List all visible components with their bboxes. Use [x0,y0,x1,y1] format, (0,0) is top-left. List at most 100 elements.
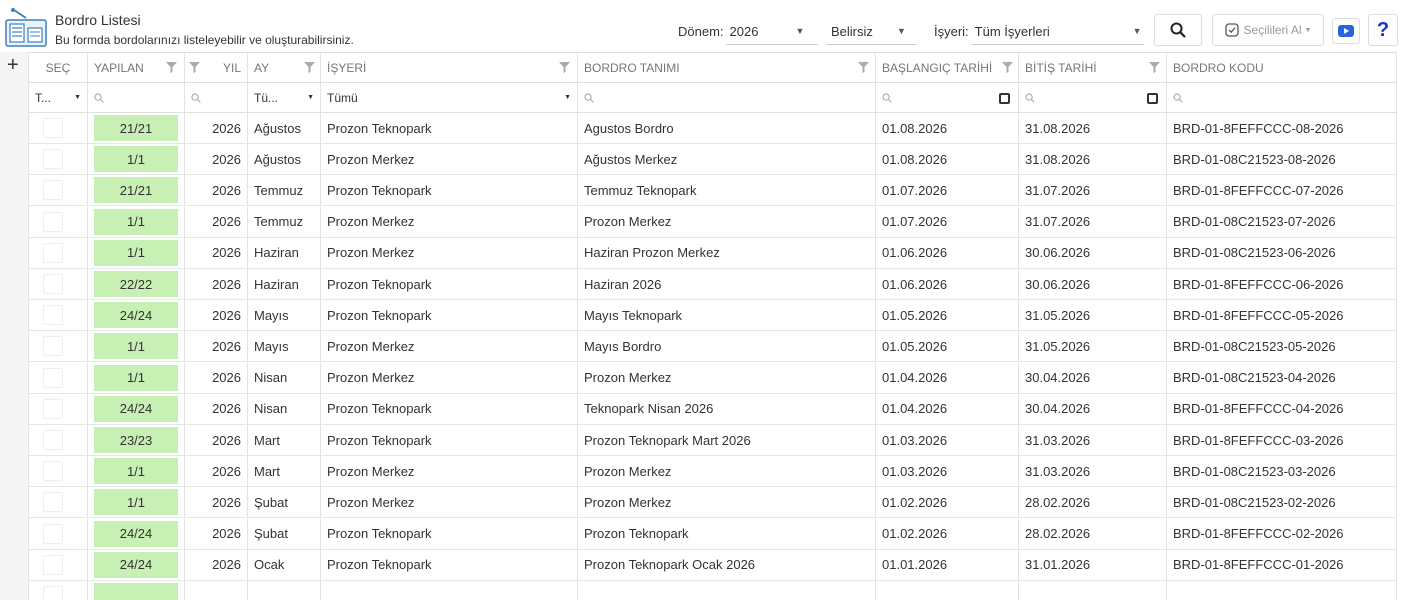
col-header-ay[interactable]: AY [248,53,321,82]
select-checkbox[interactable] [29,206,88,237]
row-checkbox[interactable] [43,118,63,138]
secilenleri-al-button[interactable]: Seçilileri Al ▼ [1212,14,1324,46]
video-help-button[interactable] [1332,18,1360,44]
chevron-down-icon: ▼ [795,26,805,36]
row-checkbox[interactable] [43,180,63,201]
col-header-baslangic[interactable]: BAŞLANGIÇ TARİHİ [876,53,1019,82]
row-checkbox[interactable] [43,398,63,419]
select-checkbox[interactable] [29,237,88,268]
table-row[interactable]: 1/1 2026 Temmuz Prozon Merkez Prozon Merkez 0… [29,206,1397,238]
donem-label: Dönem: [678,23,724,39]
table-row[interactable]: 24/24 2026 Şubat Prozon Teknopark Prozon Tek… [29,518,1397,550]
table-row[interactable]: 21/21 2026 Ağustos Prozon Teknopark Agustos … [29,113,1397,144]
cell-text: Prozon Teknopark [327,557,432,573]
col-header-isyeri[interactable]: İŞYERİ [321,53,578,82]
isyeri-cell [321,581,578,600]
filter-icon[interactable] [304,62,315,73]
ay-filter-select[interactable]: Tü... ▼ [248,83,321,112]
select-checkbox[interactable] [29,300,88,331]
bordro-tanimi-cell: Prozon Teknopark Mart 2026 [578,425,876,455]
table-row[interactable]: 21/21 2026 Temmuz Prozon Teknopark Temmuz Te… [29,175,1397,207]
yil-cell: 2026 [185,269,248,299]
cell-text: 31.05.2026 [1025,307,1091,323]
col-header-bordro-tanimi[interactable]: BORDRO TANIMI [578,53,876,82]
select-checkbox[interactable] [29,393,88,424]
row-checkbox[interactable] [43,336,63,357]
select-checkbox[interactable] [29,144,88,175]
select-checkbox[interactable] [29,175,88,206]
row-checkbox[interactable] [43,367,63,388]
col-header-yapilan[interactable]: YAPILAN [88,53,185,82]
col-header-sec[interactable]: SEÇ [29,53,88,82]
table-row[interactable] [29,581,1397,600]
col-header-bitis[interactable]: BİTİŞ TARİHİ [1019,53,1167,82]
filter-icon[interactable] [166,62,177,73]
calendar-icon[interactable] [999,93,1010,104]
filter-icon[interactable] [559,62,570,73]
table-row[interactable]: 1/1 2026 Nisan Prozon Merkez Prozon Merkez 01… [29,362,1397,394]
row-checkbox[interactable] [43,242,63,263]
search-button[interactable] [1154,14,1202,46]
bitis-filter-input[interactable] [1019,83,1167,112]
page-subtitle: Bu formda bordolarınızı listeleyebilir v… [55,33,354,47]
select-checkbox[interactable] [29,425,88,455]
bordro-kodu-filter-input[interactable] [1167,83,1397,112]
isyeri-select[interactable]: İşyeri: Tüm İşyerleri ▼ [934,16,1142,46]
row-checkbox[interactable] [43,523,63,544]
select-checkbox[interactable] [29,362,88,393]
col-header-bordro-kodu[interactable]: BORDRO KODU [1167,53,1397,82]
belirsiz-select[interactable]: Belirsiz ▼ [831,16,906,46]
ay-cell: Mayıs [248,331,321,362]
select-checkbox[interactable] [29,113,88,143]
select-checkbox[interactable] [29,487,88,518]
donem-select[interactable]: Dönem: 2026 ▼ [678,16,804,46]
filter-icon[interactable] [189,62,200,73]
table-row[interactable]: 22/22 2026 Haziran Prozon Teknopark Haziran … [29,269,1397,300]
row-checkbox[interactable] [43,430,63,450]
row-checkbox[interactable] [43,274,63,294]
cell-text: 01.04.2026 [882,401,948,417]
select-checkbox[interactable] [29,518,88,549]
add-icon[interactable]: + [7,55,19,75]
table-row[interactable]: 1/1 2026 Mart Prozon Merkez Prozon Merkez 01.… [29,456,1397,488]
select-checkbox[interactable] [29,331,88,362]
search-icon [1025,92,1035,103]
yapilan-filter-input[interactable] [88,83,185,112]
bordro-kodu-cell: BRD-01-8FEFFCCC-07-2026 [1167,175,1397,206]
cell-text: Prozon Merkez [327,494,415,510]
table-row[interactable]: 1/1 2026 Ağustos Prozon Merkez Ağustos Merke… [29,144,1397,176]
select-checkbox[interactable] [29,269,88,299]
table-row[interactable]: 24/24 2026 Mayıs Prozon Teknopark Mayıs Tekn… [29,300,1397,332]
select-checkbox[interactable] [29,581,88,600]
filter-icon[interactable] [1149,62,1160,73]
col-header-yil[interactable]: YIL [185,53,248,82]
table-row[interactable]: 24/24 2026 Nisan Prozon Teknopark Teknopark … [29,393,1397,425]
help-button[interactable]: ? [1368,14,1398,46]
filter-icon[interactable] [858,62,869,73]
table-row[interactable]: 1/1 2026 Mayıs Prozon Merkez Mayıs Bordro 01.… [29,331,1397,363]
isyeri-filter-select[interactable]: Tümü ▼ [321,83,578,112]
table-row[interactable]: 1/1 2026 Şubat Prozon Merkez Prozon Merkez 01… [29,487,1397,519]
select-checkbox[interactable] [29,456,88,487]
baslangic-cell: 01.06.2026 [876,269,1019,299]
yil-filter-input[interactable] [185,83,248,112]
row-checkbox[interactable] [43,492,63,513]
cell-text: Prozon Merkez [584,214,672,230]
table-row[interactable]: 24/24 2026 Ocak Prozon Teknopark Prozon Tekn… [29,549,1397,581]
search-icon [882,92,892,103]
row-checkbox[interactable] [43,586,63,600]
select-checkbox[interactable] [29,549,88,580]
bordro-tanimi-filter-input[interactable] [578,83,876,112]
table-row[interactable]: 23/23 2026 Mart Prozon Teknopark Prozon Tekn… [29,425,1397,456]
filter-icon[interactable] [1002,62,1013,73]
row-checkbox[interactable] [43,461,63,482]
sec-filter-select[interactable]: T... ▼ [29,83,88,112]
baslangic-filter-input[interactable] [876,83,1019,112]
row-checkbox[interactable] [43,211,63,232]
table-row[interactable]: 1/1 2026 Haziran Prozon Merkez Haziran Prozo… [29,237,1397,269]
calendar-icon[interactable] [1147,93,1158,104]
row-checkbox[interactable] [43,305,63,326]
baslangic-cell: 01.08.2026 [876,144,1019,175]
row-checkbox[interactable] [43,149,63,170]
row-checkbox[interactable] [43,554,63,575]
